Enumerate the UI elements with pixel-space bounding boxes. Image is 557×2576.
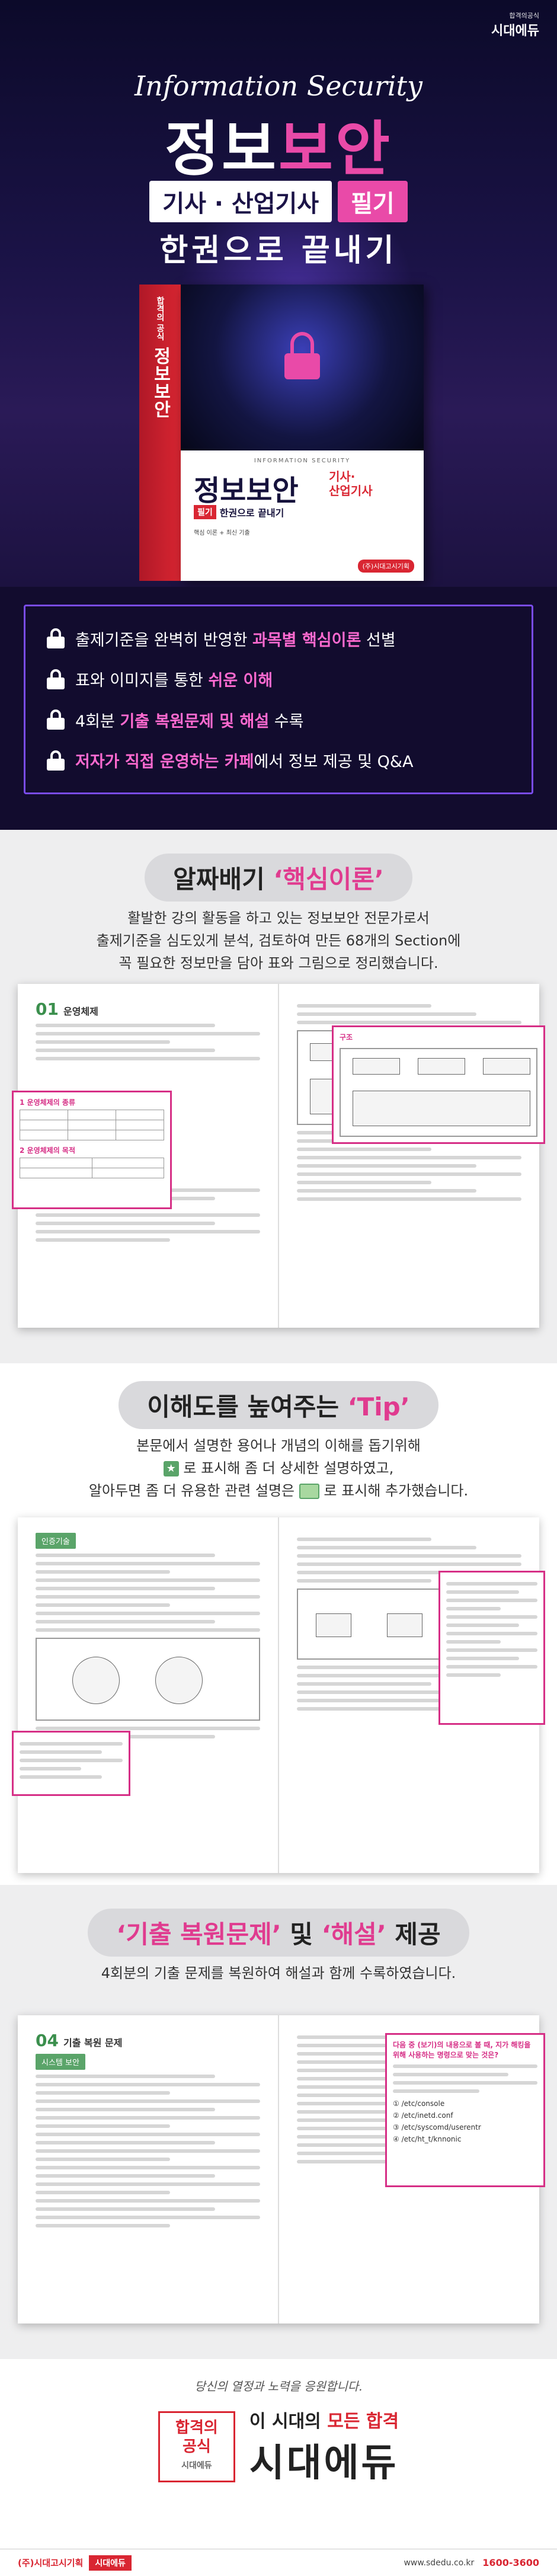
tip-icon: ★ (163, 1461, 179, 1476)
left-page: 인증기술 (18, 1517, 278, 1873)
section2-desc: 본문에서 설명한 용어나 개념의 이해를 돕기위해 ★ 로 표시해 좀 더 상세… (88, 1437, 469, 1499)
cover-sub-text: 한권으로 끝내기 (219, 507, 284, 519)
cert-tag: 필기 (338, 181, 408, 222)
lock-icon (47, 669, 65, 689)
features-panel: 출제기준을 완벽히 반영한 과목별 핵심이론 선별 표와 이미지를 통한 쉬운 … (0, 587, 557, 830)
cover-title: 정보보안 (194, 474, 299, 507)
cover-cert: 기사· 산업기사 (329, 469, 373, 498)
option-1: ① /etc/console (393, 2099, 445, 2108)
feature-item: 출제기준을 완벽히 반영한 과목별 핵심이론 선별 (47, 627, 510, 650)
cover-cert-1: 기사· (329, 469, 356, 484)
main-title-part1: 정보 (165, 114, 278, 184)
lock-icon (47, 750, 65, 771)
bottom-bar: (주)시대고시기획 시대에듀 www.sdedu.co.kr 1600-3600 (0, 2549, 557, 2576)
feature-text: 출제기준을 완벽히 반영한 과목별 핵심이론 선별 (75, 631, 396, 650)
main-title: 정보보안 (0, 101, 557, 187)
section-chip: 시스템 보안 (36, 2054, 85, 2070)
feature-text: 저자가 직접 운영하는 카페에서 정보 제공 및 Q&A (75, 753, 414, 772)
slogan: 한권으로 끝내기 (159, 233, 398, 269)
section3-title: ‘기출 복원문제’ 및 ‘해설’ 제공 (0, 1909, 557, 1957)
phone-number: 1600-3600 (482, 2557, 539, 2568)
page-number: 01 (36, 999, 59, 1019)
page-heading: 운영체제 (63, 1006, 98, 1017)
footer-logo-text: 이 시대의 모든 합격 시대에듀 (249, 2411, 399, 2485)
cover-cert-2: 산업기사 (329, 484, 373, 498)
website-link[interactable]: www.sdedu.co.kr (404, 2558, 474, 2568)
option-3: ③ /etc/syscomd/userentr (393, 2123, 481, 2131)
publisher-name: (주)시대고시기획 (18, 2558, 84, 2568)
lock-icon (47, 709, 65, 730)
footer-logo-row: 합격의 공식 시대에듀 이 시대의 모든 합격 시대에듀 (0, 2406, 557, 2487)
page: 합격의공식 시대에듀 Information Security 정보보안 기사 … (0, 0, 557, 2576)
left-page: 04 기출 복원 문제 시스템 보안 (18, 2015, 278, 2323)
cover-subtitle: 필기 한권으로 끝내기 (194, 505, 284, 519)
feature-item: 표와 이미지를 통한 쉬운 이해 (47, 667, 510, 691)
top-brand-big: 시대에듀 (491, 24, 539, 39)
book-icon (299, 1484, 319, 1499)
page-number: 04 (36, 2031, 59, 2050)
top-brand-small: 합격의공식 (509, 12, 539, 20)
section1-callout-right: 구조 (332, 1025, 545, 1144)
lock-icon (284, 332, 320, 379)
footer-logo-box: 합격의 공식 시대에듀 (158, 2411, 235, 2482)
option-4: ④ /etc/ht_t/knnonic (393, 2135, 462, 2143)
tip-callout-right (438, 1571, 545, 1725)
option-2: ② /etc/inetd.conf (393, 2111, 453, 2120)
cover-art (181, 285, 424, 450)
cover-english: INFORMATION SECURITY (254, 458, 351, 464)
section-chip: 인증기술 (36, 1533, 76, 1549)
section1-callout-left: 1 운영체제의 종류 2 운영체제의 목적 (12, 1091, 172, 1209)
feature-item: 저자가 직접 운영하는 카페에서 정보 제공 및 Q&A (47, 749, 510, 772)
section1-desc: 활발한 강의 활동을 하고 있는 정보보안 전문가로서 출제기준을 심도있게 분… (96, 910, 461, 971)
main-title-part2: 보안 (278, 114, 392, 184)
book-image: 합격의 공식 정보보안 INFORMATION SECURITY 정보보안 기사… (139, 285, 424, 581)
footer-script: 당신의 열정과 노력을 응원합니다. (194, 2379, 363, 2393)
section2-title: 이해도를 높여주는 ‘Tip’ (0, 1381, 557, 1429)
cert-line: 기사 · 산업기사 필기 (0, 181, 557, 222)
exam-callout: 다음 중 (보기)의 내용으로 볼 때, 지가 해킹을 위해 사용하는 명령으로… (385, 2033, 545, 2187)
cover-publisher: (주)시대고시기획 (357, 560, 414, 573)
brand-badge: 시대에듀 (89, 2555, 132, 2571)
top-brand-logo: 합격의공식 시대에듀 (491, 11, 539, 39)
book-spine: 합격의 공식 정보보안 (139, 285, 181, 581)
diagram-figure (36, 1638, 260, 1721)
book-cover: INFORMATION SECURITY 정보보안 기사· 산업기사 필기 한권… (181, 285, 424, 581)
feature-item: 4회분 기출 복원문제 및 해설 수록 (47, 708, 510, 731)
page-heading: 기출 복원 문제 (63, 2037, 123, 2048)
spine-top: 합격의 공식 (155, 296, 165, 341)
hero-banner: 합격의공식 시대에듀 Information Security 정보보안 기사 … (0, 0, 557, 587)
section3-desc: 4회분의 기출 문제를 복원하여 해설과 함께 수록하였습니다. (101, 1965, 456, 1981)
features-box: 출제기준을 완벽히 반영한 과목별 핵심이론 선별 표와 이미지를 통한 쉬운 … (24, 605, 533, 794)
spine-title: 정보보안 (150, 346, 171, 418)
feature-text: 표와 이미지를 통한 쉬운 이해 (75, 672, 273, 691)
cert-name: 기사 · 산업기사 (149, 181, 332, 222)
feature-text: 4회분 기출 복원문제 및 해설 수록 (75, 712, 304, 731)
english-title: Information Security (135, 70, 422, 102)
cover-points: 핵심 이론 + 최신 기출 (194, 530, 250, 536)
section1-title: 알짜배기 ‘핵심이론’ (0, 854, 557, 902)
cover-tag: 필기 (194, 505, 216, 519)
tip-callout-left (12, 1731, 130, 1796)
lock-icon (47, 628, 65, 649)
